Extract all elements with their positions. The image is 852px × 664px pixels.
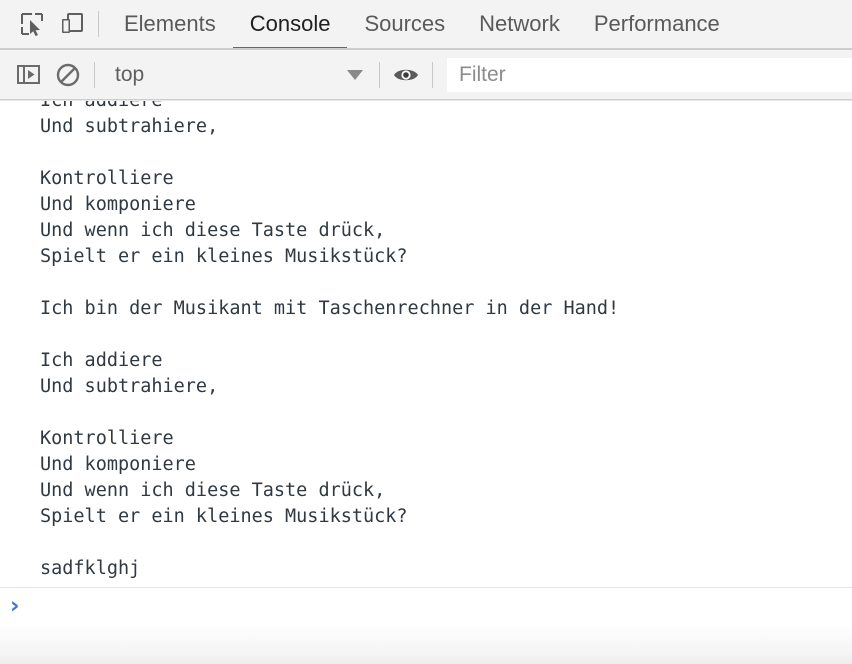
clear-console-icon bbox=[55, 62, 81, 88]
console-toolbar-divider-1 bbox=[94, 61, 95, 88]
console-line: Kontrolliere bbox=[40, 168, 174, 189]
tab-network-label: Network bbox=[479, 11, 560, 36]
tab-performance[interactable]: Performance bbox=[577, 0, 737, 48]
toggle-device-toolbar-button[interactable] bbox=[52, 4, 92, 44]
console-message-area[interactable]: Ich addiere Und subtrahiere, Kontrollier… bbox=[0, 100, 852, 587]
tab-sources-label: Sources bbox=[364, 11, 446, 36]
console-line: Und komponiere bbox=[40, 454, 196, 475]
tabbar-tool-buttons bbox=[0, 0, 107, 48]
tab-console-label: Console bbox=[249, 11, 331, 36]
filter-input[interactable] bbox=[447, 57, 852, 92]
console-message-group: Ich addiere Und subtrahiere, Kontrollier… bbox=[0, 100, 852, 582]
tab-console[interactable]: Console bbox=[232, 0, 348, 48]
console-line: Ich bin der Musikant mit Taschenrechner … bbox=[40, 298, 620, 319]
console-line: Und subtrahiere, bbox=[40, 376, 219, 397]
console-line: Und wenn ich diese Taste drück, bbox=[40, 220, 386, 241]
create-live-expression-button[interactable] bbox=[386, 55, 426, 95]
devtools-tabbar: Elements Console Sources Network Perform… bbox=[0, 0, 852, 50]
console-line: Ich addiere bbox=[40, 100, 163, 111]
console-toolbar-divider-3 bbox=[432, 61, 433, 88]
tab-network[interactable]: Network bbox=[462, 0, 577, 48]
tab-performance-label: Performance bbox=[593, 11, 720, 36]
prompt-chevron-icon: › bbox=[10, 592, 20, 619]
console-line: Spielt er ein kleines Musikstück? bbox=[40, 506, 408, 527]
console-line: Kontrolliere bbox=[40, 428, 174, 449]
clear-console-button[interactable] bbox=[48, 55, 88, 95]
tab-elements[interactable]: Elements bbox=[107, 0, 233, 48]
tabbar-divider bbox=[98, 11, 99, 37]
live-expression-eye-icon bbox=[392, 64, 420, 86]
console-line: sadfklghj bbox=[40, 558, 141, 579]
console-prompt-input[interactable] bbox=[19, 588, 852, 624]
execution-context-label: top bbox=[115, 62, 145, 86]
console-line: Und wenn ich diese Taste drück, bbox=[40, 480, 386, 501]
devtools-panel: Elements Console Sources Network Perform… bbox=[0, 0, 852, 664]
console-prompt-row[interactable]: › bbox=[0, 587, 852, 624]
inspect-element-button[interactable] bbox=[12, 4, 52, 44]
console-line: Spielt er ein kleines Musikstück? bbox=[40, 246, 408, 267]
execution-context-selector[interactable]: top bbox=[101, 57, 373, 93]
console-sidebar-toggle-button[interactable] bbox=[8, 55, 48, 95]
chevron-down-icon bbox=[347, 69, 363, 80]
devtools-tab-list: Elements Console Sources Network Perform… bbox=[107, 0, 852, 48]
inspect-element-icon bbox=[19, 11, 45, 37]
device-toolbar-icon bbox=[59, 11, 85, 37]
console-line: Und subtrahiere, bbox=[40, 116, 219, 137]
console-sidebar-icon bbox=[16, 62, 41, 87]
console-bottom-area bbox=[0, 624, 852, 664]
console-line: Und komponiere bbox=[40, 194, 196, 215]
tab-elements-label: Elements bbox=[124, 11, 216, 36]
tab-sources[interactable]: Sources bbox=[347, 0, 462, 48]
console-line: Ich addiere bbox=[40, 350, 163, 371]
console-toolbar-divider-2 bbox=[379, 61, 380, 88]
console-toolbar: top bbox=[0, 50, 852, 100]
